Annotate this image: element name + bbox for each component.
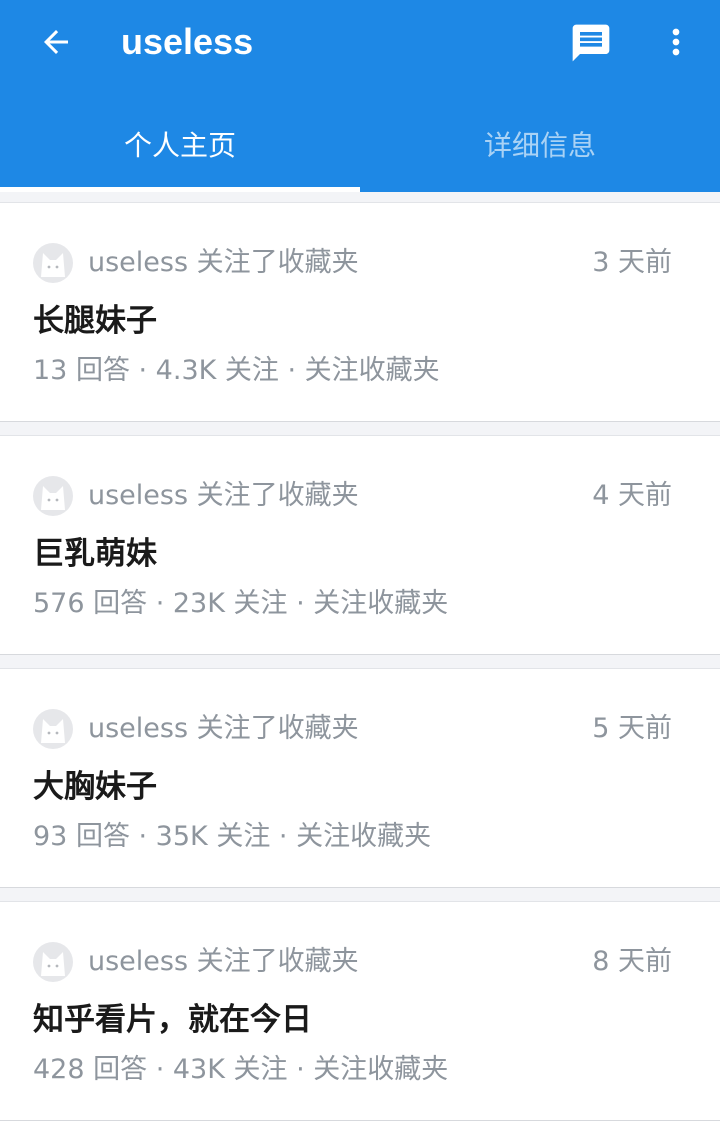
tab-details[interactable]: 详细信息 xyxy=(360,104,720,192)
activity-meta: useless 关注了收藏夹 xyxy=(88,709,359,749)
activity-meta: useless 关注了收藏夹 xyxy=(88,942,359,982)
timestamp: 8 天前 xyxy=(592,946,672,977)
feed-card[interactable]: useless 关注了收藏夹 3 天前 长腿妹子 13 回答 · 4.3K 关注… xyxy=(0,202,720,422)
timestamp: 4 天前 xyxy=(592,480,672,511)
cat-avatar-icon xyxy=(41,253,65,277)
activity-action: 关注了收藏夹 xyxy=(196,946,359,977)
activity-action: 关注了收藏夹 xyxy=(196,713,359,744)
collection-stats: 13 回答 · 4.3K 关注 · 关注收藏夹 xyxy=(33,355,440,386)
more-vert-icon xyxy=(672,28,680,56)
tab-label: 个人主页 xyxy=(123,129,236,162)
tab-label: 详细信息 xyxy=(483,129,596,162)
avatar[interactable] xyxy=(33,243,73,283)
more-options-button[interactable] xyxy=(654,18,698,66)
page-title: useless xyxy=(121,21,254,62)
collection-title[interactable]: 大胸妹子 xyxy=(33,765,157,809)
cat-avatar-icon xyxy=(41,719,65,743)
avatar[interactable] xyxy=(33,709,73,749)
back-button[interactable] xyxy=(30,18,82,66)
timestamp: 3 天前 xyxy=(592,247,672,278)
activity-action: 关注了收藏夹 xyxy=(196,247,359,278)
collection-stats: 93 回答 · 35K 关注 · 关注收藏夹 xyxy=(33,821,432,852)
collection-title[interactable]: 知乎看片，就在今日 xyxy=(33,998,312,1042)
cat-avatar-icon xyxy=(41,952,65,976)
feed-card[interactable]: useless 关注了收藏夹 8 天前 知乎看片，就在今日 428 回答 · 4… xyxy=(0,901,720,1121)
username[interactable]: useless xyxy=(88,946,188,977)
feed-card[interactable]: useless 关注了收藏夹 4 天前 巨乳萌妹 576 回答 · 23K 关注… xyxy=(0,435,720,655)
activity-meta: useless 关注了收藏夹 xyxy=(88,243,359,283)
avatar[interactable] xyxy=(33,476,73,516)
tab-bar: 个人主页 详细信息 xyxy=(0,104,720,192)
cat-avatar-icon xyxy=(41,486,65,510)
tab-profile[interactable]: 个人主页 xyxy=(0,104,360,192)
collection-title[interactable]: 长腿妹子 xyxy=(33,299,157,343)
activity-meta: useless 关注了收藏夹 xyxy=(88,476,359,516)
timestamp: 5 天前 xyxy=(592,713,672,744)
activity-action: 关注了收藏夹 xyxy=(196,480,359,511)
collection-stats: 428 回答 · 43K 关注 · 关注收藏夹 xyxy=(33,1054,449,1085)
message-button[interactable] xyxy=(566,20,616,66)
username[interactable]: useless xyxy=(88,713,188,744)
collection-stats: 576 回答 · 23K 关注 · 关注收藏夹 xyxy=(33,588,449,619)
username[interactable]: useless xyxy=(88,247,188,278)
avatar[interactable] xyxy=(33,942,73,982)
app-bar: useless 个人主页 详细信息 xyxy=(0,0,720,192)
toolbar: useless xyxy=(0,0,720,86)
feed-card[interactable]: useless 关注了收藏夹 5 天前 大胸妹子 93 回答 · 35K 关注 … xyxy=(0,668,720,888)
username[interactable]: useless xyxy=(88,480,188,511)
tab-indicator xyxy=(0,187,360,192)
collection-title[interactable]: 巨乳萌妹 xyxy=(33,532,157,576)
arrow-left-icon xyxy=(44,30,68,54)
message-icon xyxy=(572,24,610,62)
